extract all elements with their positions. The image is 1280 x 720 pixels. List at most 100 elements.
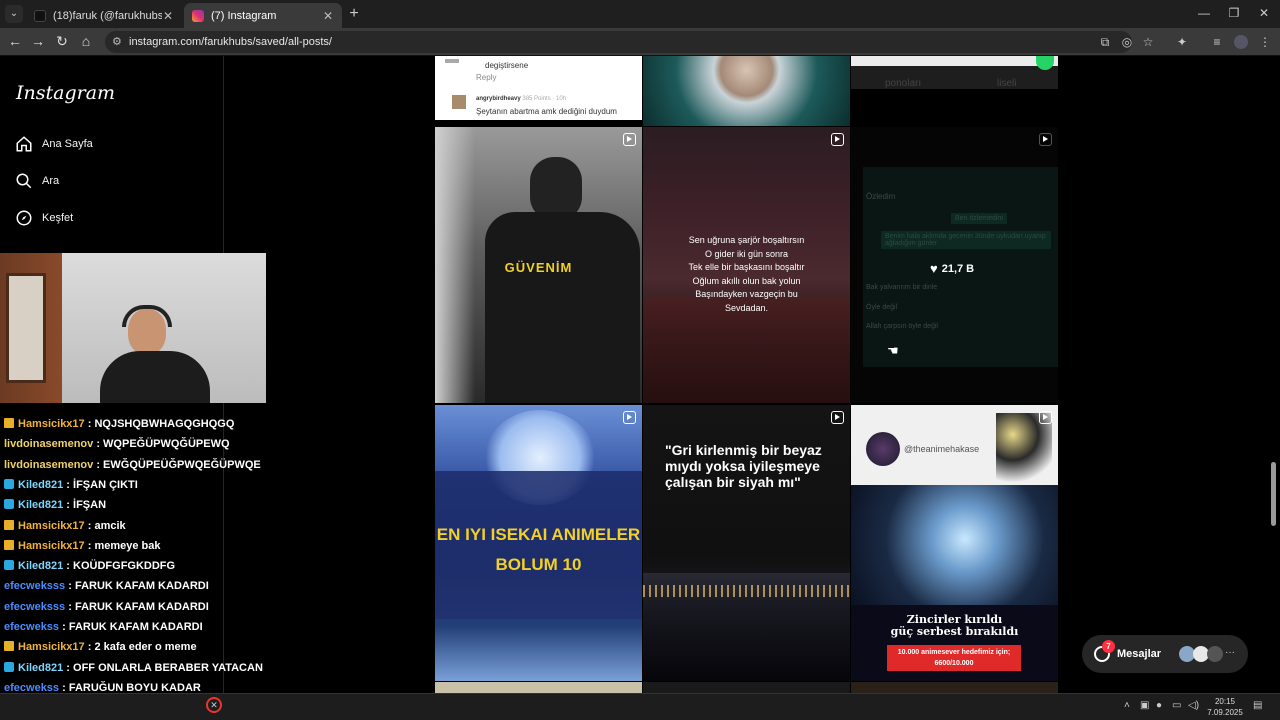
network-icon[interactable]: ▭ — [1172, 700, 1181, 711]
post-thumbnail[interactable] — [643, 682, 850, 693]
chat-text: 2 kafa eder o meme — [94, 641, 197, 654]
quote-line: Tek elle bir başkasını boşaltır — [688, 262, 805, 272]
profile-avatar[interactable] — [1234, 35, 1248, 49]
gem-badge-icon — [4, 499, 14, 510]
back-icon[interactable]: ← — [5, 33, 25, 49]
avatar — [452, 95, 466, 109]
search-icon — [16, 173, 32, 189]
chat-text: İFŞAN ÇIKTI — [73, 478, 138, 491]
reel-icon — [623, 411, 636, 424]
person-jacket — [485, 212, 640, 403]
eye-off-icon[interactable]: ◎ — [1120, 35, 1134, 49]
home-icon — [16, 136, 32, 152]
streamer-shirt — [100, 351, 210, 403]
crown-badge-icon — [4, 418, 14, 428]
reading-list-icon[interactable]: ≡ — [1210, 35, 1224, 49]
account-handle: @theanimehakase — [904, 444, 980, 454]
quote-line: O gider iki gün sonra — [704, 248, 789, 259]
chat-text: EWĞQÜPEÜĞPWQEĞÜPWQE — [103, 458, 261, 471]
close-tab-icon[interactable]: ✕ — [322, 9, 334, 23]
chat-message: Kiled821 : İFŞAN ÇIKTI — [4, 478, 138, 491]
bookmark-star-icon[interactable]: ☆ — [1141, 35, 1155, 49]
heart-icon: ♥ — [930, 261, 938, 276]
site-settings-icon[interactable]: ⚙ — [112, 31, 122, 53]
page-scrollbar[interactable] — [1270, 58, 1277, 690]
post-chat-reel[interactable]: Özledim Ben özlemedim Benim hala aklımda… — [851, 127, 1058, 403]
post-chat-screenshot[interactable]: ponoları liseli — [851, 56, 1058, 89]
reel-icon — [831, 133, 844, 146]
tab-instagram[interactable]: (7) Instagram ✕ — [184, 3, 342, 28]
post-isekai-reel[interactable]: EN IYI ISEKAI ANIMELER BOLUM 10 — [435, 405, 642, 681]
close-window-icon[interactable]: ✕ — [1254, 6, 1274, 20]
clock[interactable]: 20:15 7.09.2025 — [1203, 696, 1247, 718]
chat-username: efecwekss — [4, 621, 60, 633]
chat-username: Kiled821 — [18, 661, 64, 674]
instagram-favicon-icon — [192, 9, 204, 22]
target-line: 10.000 animesever hedefimiz için; — [897, 649, 1011, 656]
gem-badge-icon — [4, 661, 14, 672]
caption-line: EN IYI ISEKAI ANIMELER — [436, 525, 641, 544]
notifications-icon[interactable]: ▤ — [1253, 700, 1262, 711]
mouse-cursor-icon: ☚ — [887, 343, 899, 358]
volume-icon[interactable]: ◁) — [1188, 700, 1199, 711]
chat-message: livdoinasemenov : EWĞQÜPEÜĞPWQEĞÜPWQE — [4, 458, 261, 471]
tray-chevron-icon[interactable]: ˄ — [1124, 700, 1130, 711]
post-anime-reel[interactable]: @theanimehakase Zincirler kırıldı güç se… — [851, 405, 1058, 681]
address-bar[interactable]: ⚙ instagram.com/farukhubs/saved/all-post… — [105, 31, 1132, 53]
microphone-icon[interactable]: ● — [1156, 700, 1162, 711]
quote-line: Başındayken vazgeçin bu — [695, 289, 798, 299]
chat-message: Kiled821 : KOÜDFGFGKDDFG — [4, 560, 175, 572]
chat-text: memeye bak — [94, 539, 161, 552]
chat-username: livdoinasemenov — [4, 458, 94, 471]
close-tab-icon[interactable]: ✕ — [162, 9, 174, 23]
chat-bubble: Ben özlemedim — [951, 213, 1008, 224]
minimize-icon[interactable]: — — [1194, 6, 1214, 20]
chat-bubble: Allah çarpsın öyle değil — [866, 323, 938, 330]
reel-icon — [623, 133, 636, 146]
chat-message: Kiled821 : İFŞAN — [4, 499, 106, 511]
sidebar-item-home[interactable]: Ana Sayfa — [15, 135, 93, 153]
new-tab-button[interactable]: + — [345, 5, 363, 23]
target-banner: 10.000 animesever hedefimiz için; 6600/1… — [887, 645, 1021, 671]
chat-message: Hamsicikx17 : memeye bak — [4, 539, 161, 552]
restore-icon[interactable]: ❐ — [1224, 6, 1244, 20]
chat-bubble: Öyle değil — [866, 304, 898, 311]
chat-bubble: Bak yalvarırım bir dinle — [866, 284, 938, 291]
tray-app-icon[interactable]: ▣ — [1140, 700, 1149, 711]
menu-dots-icon[interactable]: ⋮ — [1258, 35, 1272, 49]
chat-message: livdoinasemenov : WQPEĞÜPWQĞÜPEWQ — [4, 438, 230, 451]
instagram-logo[interactable]: Instagram — [16, 82, 115, 104]
chat-username: Hamsicikx17 — [18, 641, 85, 654]
forward-icon[interactable]: → — [28, 33, 48, 49]
crown-badge-icon — [4, 519, 14, 530]
tab-search-button[interactable]: ⌄ — [5, 5, 23, 23]
likes-overlay: ♥ 21,7 B — [930, 261, 974, 276]
chat-label: ponoları — [885, 78, 922, 89]
caption-line: güç serbest bırakıldı — [890, 625, 1019, 638]
chat-message: Hamsicikx17 : NQJSHQBWHAGQGHQGQ — [4, 418, 234, 430]
home-button-icon[interactable]: ⌂ — [76, 33, 96, 49]
scrollbar-thumb[interactable] — [1271, 462, 1276, 526]
reload-icon[interactable]: ↻ — [52, 33, 72, 50]
sidebar-item-search[interactable]: Ara — [15, 172, 59, 190]
sidebar-item-explore[interactable]: Keşfet — [15, 209, 73, 227]
post-caption: Zincirler kırıldı güç serbest bırakıldı — [851, 614, 1058, 638]
comment-line: degiştirsene — [485, 61, 529, 70]
comment-author: angrybirdheavy — [476, 96, 521, 102]
app-icon[interactable]: ✕ — [206, 697, 222, 713]
post-gri-reel[interactable]: "Gri kirlenmiş bir beyaz mıydı yoksa iyi… — [643, 405, 850, 681]
install-app-icon[interactable]: ⧉ — [1098, 35, 1112, 49]
extensions-icon[interactable]: ✦ — [1175, 35, 1189, 49]
chat-text: FARUK KAFAM KADARDI — [74, 580, 209, 593]
post-comment-screenshot[interactable]: degiştirsene Reply angrybirdheavy 385 Po… — [435, 56, 642, 120]
messages-button[interactable]: 7 Mesajlar ··· — [1082, 635, 1248, 673]
post-thumbnail[interactable] — [435, 682, 642, 693]
chat-message: Kiled821 : OFF ONLARLA BERABER YATACAN — [4, 661, 263, 674]
post-thumbnail[interactable] — [851, 682, 1058, 693]
chat-username: Kiled821 — [18, 560, 64, 573]
compass-icon — [16, 210, 32, 226]
post-guvenim-reel[interactable]: GÜVENİM — [435, 127, 642, 403]
tab-tiktok[interactable]: (18)faruk (@farukhubs) | TikTok ✕ — [26, 3, 182, 28]
post-boy-photo[interactable] — [643, 56, 850, 126]
post-quote-reel[interactable]: Sen uğruna şarjör boşaltırsın O gider ik… — [643, 127, 850, 403]
